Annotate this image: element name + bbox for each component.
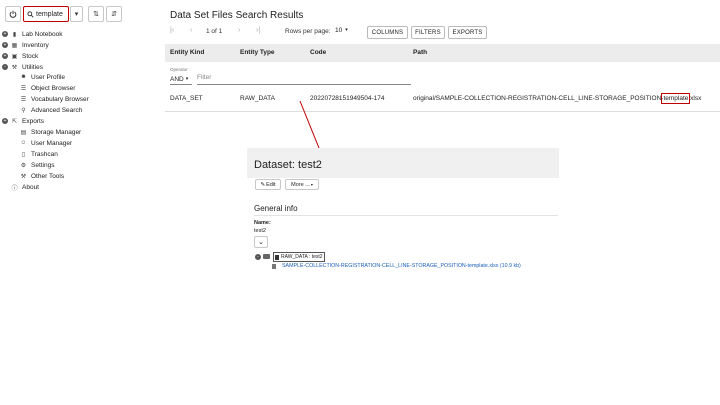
general-info-divider [254,215,558,216]
edit-icon: ✎ [260,181,266,188]
file-link[interactable]: SAMPLE-COLLECTION-REGISTRATION-CELL_LINE… [282,263,521,269]
general-info-title: General info [254,204,298,213]
tree-root-label: RAW_DATA : test2 [281,254,323,260]
folder-open-icon [263,254,270,259]
caret-down-icon: ▾ [310,182,313,187]
tree-root-node[interactable]: RAW_DATA : test2 [273,252,325,262]
annotation-arrow [299,100,324,157]
dataset-title: Dataset: test2 [254,159,322,171]
name-value: test2 [254,228,266,234]
dataset-icon [275,254,279,260]
more-button[interactable]: More ... ▾ [285,179,319,190]
more-label: More ... [291,181,310,188]
edit-button[interactable]: ✎ Edit [255,179,281,190]
tree-collapse-icon[interactable]: - [255,254,261,260]
chevron-down-icon: ⌄ [258,239,264,246]
name-label: Name: [254,220,271,226]
expand-properties-button[interactable]: ⌄ [254,236,268,248]
edit-label: Edit [266,181,276,188]
file-icon [272,264,276,269]
